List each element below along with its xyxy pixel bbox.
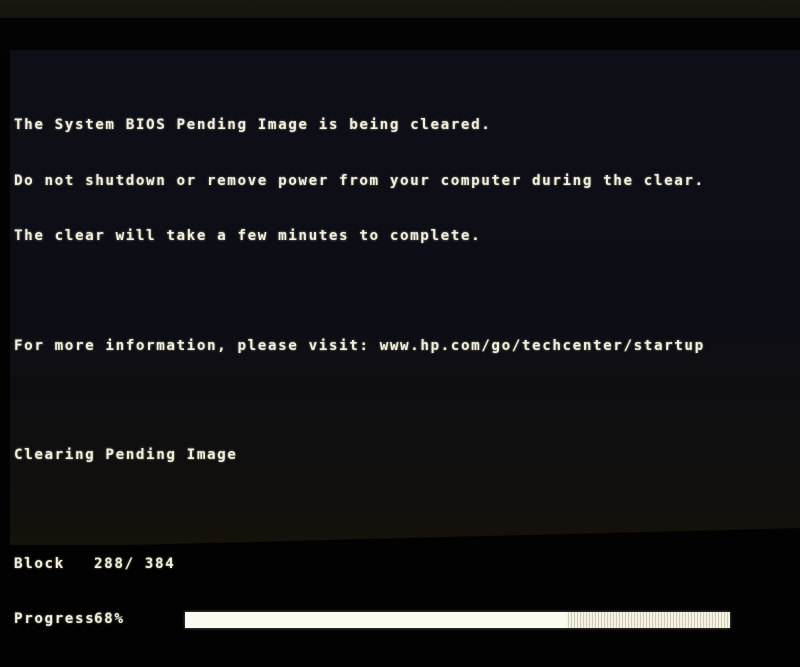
block-row: Block 288/ 384 — [14, 556, 730, 574]
info-label: For more information, please visit: — [14, 337, 370, 354]
info-url: www.hp.com/go/techcenter/startup — [379, 337, 705, 354]
status-text: Clearing Pending Image — [14, 447, 238, 463]
message-line-3: The clear will take a few minutes to com… — [14, 228, 482, 244]
bios-message: The System BIOS Pending Image is being c… — [14, 79, 730, 647]
progress-bar — [185, 611, 730, 628]
progress-row: Progress 68% — [14, 611, 730, 629]
info-line: For more information, please visit: www.… — [14, 337, 730, 356]
progress-label: Progress — [14, 611, 96, 628]
block-label: Block — [14, 556, 65, 573]
block-value: 288/ 384 — [94, 556, 176, 573]
monitor-frame — [0, 18, 800, 52]
progress-percent: 68% — [94, 611, 125, 628]
monitor-bezel — [0, 0, 800, 20]
message-line-1: The System BIOS Pending Image is being c… — [14, 117, 492, 133]
message-line-2: Do not shutdown or remove power from you… — [14, 172, 705, 189]
progress-bar-fill — [185, 611, 567, 628]
